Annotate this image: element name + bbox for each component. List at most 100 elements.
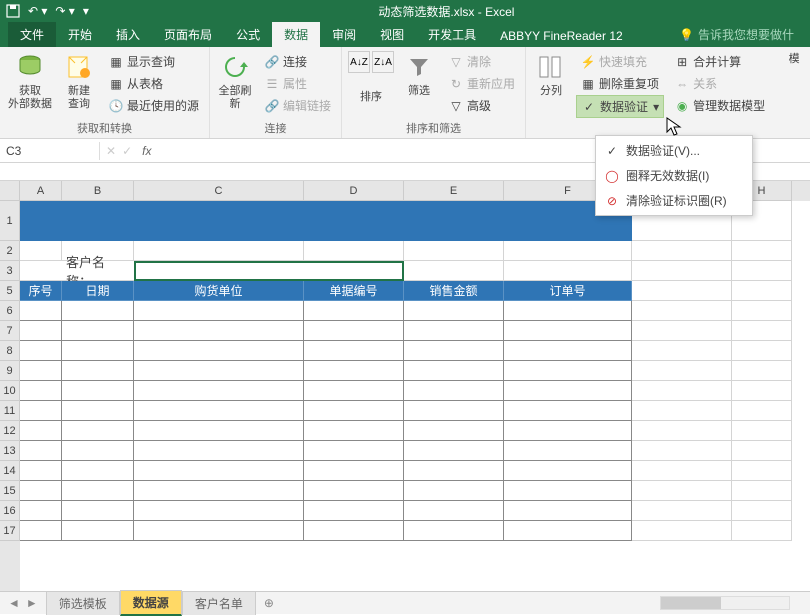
tab-layout[interactable]: 页面布局 — [152, 22, 224, 47]
table-cell[interactable] — [304, 301, 404, 321]
table-cell[interactable] — [134, 421, 304, 441]
table-cell[interactable] — [504, 401, 632, 421]
row-header-2[interactable]: 2 — [0, 241, 20, 261]
row-header-6[interactable]: 6 — [0, 301, 20, 321]
col-header-e[interactable]: E — [404, 181, 504, 201]
table-cell[interactable] — [20, 481, 62, 501]
table-cell[interactable] — [134, 381, 304, 401]
whatif-button[interactable]: 模 — [773, 49, 810, 68]
table-cell[interactable] — [632, 421, 732, 441]
table-cell[interactable] — [632, 521, 732, 541]
table-cell[interactable] — [504, 441, 632, 461]
table-cell[interactable] — [632, 361, 732, 381]
table-cell[interactable] — [20, 441, 62, 461]
table-cell[interactable] — [732, 361, 792, 381]
sheet-tab-data-source[interactable]: 数据源 — [120, 590, 182, 616]
select-all-corner[interactable] — [0, 181, 20, 201]
table-cell[interactable] — [62, 441, 134, 461]
circle-invalid-menuitem[interactable]: ◯圈释无效数据(I) — [598, 163, 750, 188]
table-cell[interactable] — [62, 381, 134, 401]
table-cell[interactable] — [504, 361, 632, 381]
row-header-1[interactable]: 1 — [0, 201, 20, 241]
row-header-9[interactable]: 9 — [0, 361, 20, 381]
col-header-d[interactable]: D — [304, 181, 404, 201]
table-cell[interactable] — [404, 421, 504, 441]
scroll-thumb[interactable] — [661, 597, 721, 609]
redo-button[interactable]: ↷ ▾ — [55, 4, 74, 18]
name-box[interactable]: C3 — [0, 142, 100, 160]
row-header-7[interactable]: 7 — [0, 321, 20, 341]
table-cell[interactable] — [20, 321, 62, 341]
row-header-14[interactable]: 14 — [0, 461, 20, 481]
row-header-13[interactable]: 13 — [0, 441, 20, 461]
table-cell[interactable] — [304, 481, 404, 501]
cell[interactable] — [732, 241, 792, 261]
table-cell[interactable] — [732, 341, 792, 361]
table-cell[interactable] — [62, 521, 134, 541]
table-cell[interactable] — [62, 461, 134, 481]
row-header-12[interactable]: 12 — [0, 421, 20, 441]
row-header-11[interactable]: 11 — [0, 401, 20, 421]
table-cell[interactable] — [62, 481, 134, 501]
table-cell[interactable] — [62, 301, 134, 321]
tab-insert[interactable]: 插入 — [104, 22, 152, 47]
table-cell[interactable] — [304, 401, 404, 421]
tab-file[interactable]: 文件 — [8, 22, 56, 47]
cell[interactable] — [732, 281, 792, 301]
cell[interactable] — [504, 261, 632, 281]
table-cell[interactable] — [62, 401, 134, 421]
table-cell[interactable] — [304, 341, 404, 361]
table-cell[interactable] — [504, 521, 632, 541]
text-to-columns-button[interactable]: 分列 — [530, 49, 572, 100]
table-cell[interactable] — [304, 421, 404, 441]
customer-label[interactable]: 客户名称： — [62, 261, 134, 281]
table-cell[interactable] — [404, 521, 504, 541]
table-cell[interactable] — [504, 341, 632, 361]
table-cell[interactable] — [404, 321, 504, 341]
relationships-button[interactable]: ⇔关系 — [670, 73, 769, 94]
data-validation-button[interactable]: ✓数据验证▾ — [576, 95, 664, 118]
table-cell[interactable] — [62, 341, 134, 361]
cells[interactable]: 客户名称： 序号 日期 购货单位 单据编号 销售金额 订单号 — [20, 201, 810, 541]
tab-dev[interactable]: 开发工具 — [416, 22, 488, 47]
manage-data-model-button[interactable]: ◉管理数据模型 — [670, 95, 769, 116]
table-cell[interactable] — [632, 501, 732, 521]
table-cell[interactable] — [504, 481, 632, 501]
cell[interactable] — [20, 261, 62, 281]
table-cell[interactable] — [404, 401, 504, 421]
tab-data[interactable]: 数据 — [272, 22, 320, 47]
table-cell[interactable] — [134, 341, 304, 361]
sheet-tab-filter-template[interactable]: 筛选模板 — [46, 591, 120, 615]
table-cell[interactable] — [404, 441, 504, 461]
table-cell[interactable] — [632, 401, 732, 421]
table-cell[interactable] — [632, 441, 732, 461]
cell[interactable] — [134, 241, 304, 261]
tell-me-search[interactable]: 💡 告诉我您想要做什 — [671, 22, 802, 47]
row-header-5[interactable]: 5 — [0, 281, 20, 301]
table-cell[interactable] — [404, 501, 504, 521]
consolidate-button[interactable]: ⊞合并计算 — [670, 51, 769, 72]
connections-button[interactable]: 🔗连接 — [260, 51, 335, 72]
remove-duplicates-button[interactable]: ▦删除重复项 — [576, 73, 664, 94]
table-cell[interactable] — [62, 321, 134, 341]
table-cell[interactable] — [504, 461, 632, 481]
table-cell[interactable] — [632, 341, 732, 361]
cell[interactable] — [632, 281, 732, 301]
table-cell[interactable] — [134, 321, 304, 341]
cell[interactable] — [732, 261, 792, 281]
row-header-15[interactable]: 15 — [0, 481, 20, 501]
table-cell[interactable] — [304, 361, 404, 381]
row-header-17[interactable]: 17 — [0, 521, 20, 541]
fx-icon[interactable]: fx — [138, 144, 155, 158]
tab-review[interactable]: 审阅 — [320, 22, 368, 47]
table-cell[interactable] — [62, 501, 134, 521]
show-queries-button[interactable]: ▦显示查询 — [104, 51, 203, 72]
table-cell[interactable] — [504, 381, 632, 401]
cell[interactable] — [404, 261, 504, 281]
table-cell[interactable] — [732, 321, 792, 341]
table-cell[interactable] — [304, 381, 404, 401]
row-header-10[interactable]: 10 — [0, 381, 20, 401]
banner-cell[interactable] — [20, 201, 632, 241]
horizontal-scrollbar[interactable] — [282, 596, 810, 610]
enter-formula-icon[interactable]: ✓ — [122, 144, 132, 158]
